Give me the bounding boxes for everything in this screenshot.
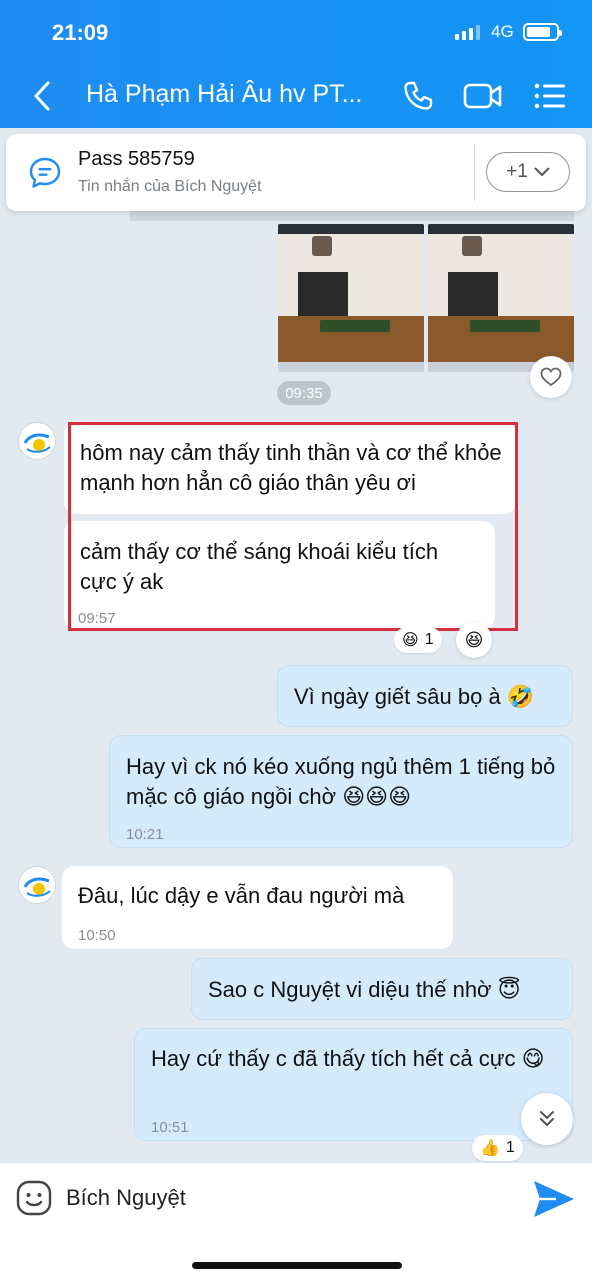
message-text: Đâu, lúc dậy e vẫn đau người mà [78,883,405,908]
reaction-count: 1 [505,1139,515,1156]
back-button[interactable] [22,76,62,116]
heart-icon [540,367,562,387]
chevron-down-icon [534,167,550,176]
message-time: 10:21 [126,826,164,843]
image-time: 09:35 [277,381,331,405]
message-bubble[interactable]: Sao c Nguyệt vi diệu thế nhờ 😇 [191,958,573,1020]
top-bar: 21:09 4G Hà Phạm Hải Âu hv PT... [0,0,592,128]
chat-title[interactable]: Hà Phạm Hải Âu hv PT... [86,80,363,109]
network-label: 4G [491,22,514,41]
signal-icon [455,24,480,40]
status-time: 21:09 [52,20,109,45]
call-button[interactable] [398,76,438,116]
send-icon[interactable] [530,1177,578,1221]
red-highlight-frame [68,422,518,631]
previous-image-strip[interactable] [130,211,574,221]
avatar[interactable] [18,422,56,460]
message-bubble-icon [29,157,61,188]
thumbs-up-reaction-icon: 👍 [480,1140,500,1157]
laugh-reaction-icon: 😆 [402,632,419,649]
chevron-left-icon [34,81,50,111]
pinned-more-button[interactable]: +1 [486,152,570,192]
avatar-logo-icon [20,868,55,903]
battery-icon [523,23,562,41]
pinned-more-label: +1 [506,161,528,182]
scroll-to-bottom-button[interactable] [521,1093,573,1145]
avatar[interactable] [18,866,56,904]
video-camera-icon [463,83,502,109]
react-button[interactable] [530,356,572,398]
reaction-summary[interactable]: 👍 1 [472,1135,523,1161]
laugh-reaction-icon: 😆 [464,629,484,650]
message-time: 10:50 [78,927,116,944]
sticker-icon[interactable] [14,1178,54,1218]
reaction-count: 1 [424,631,434,648]
message-bubble[interactable]: Đâu, lúc dậy e vẫn đau người mà 10:50 [62,866,453,949]
reaction-summary[interactable]: 😆 1 [394,627,442,653]
pinned-message[interactable]: Pass 585759 Tin nhắn của Bích Nguyệt +1 [6,134,586,211]
menu-button[interactable] [530,76,570,116]
message-bubble[interactable]: Hay vì ck nó kéo xuống ngủ thêm 1 tiếng … [109,735,573,848]
message-bubble[interactable]: Vì ngày giết sâu bọ à 🤣 [277,665,573,727]
workout-image-1[interactable] [278,224,424,372]
phone-icon [404,81,433,110]
message-text: Hay vì ck nó kéo xuống ngủ thêm 1 tiếng … [126,754,556,809]
home-indicator [192,1262,402,1269]
message-input[interactable] [66,1181,506,1215]
pinned-title: Pass 585759 [78,148,195,170]
message-bubble[interactable]: Hay cứ thấy c đã thấy tích hết cả cực 😋 … [134,1028,573,1141]
workout-image-2[interactable] [428,224,574,372]
double-chevron-down-icon [540,1111,554,1126]
pinned-subtitle: Tin nhắn của Bích Nguyệt [78,178,262,195]
message-text: Vì ngày giết sâu bọ à 🤣 [294,684,535,709]
list-menu-icon [534,83,565,109]
divider [474,144,475,201]
message-text: Hay cứ thấy c đã thấy tích hết cả cực 😋 [151,1046,545,1071]
message-text: Sao c Nguyệt vi diệu thế nhờ 😇 [208,977,521,1002]
react-button[interactable]: 😆 [456,622,492,658]
avatar-logo-icon [20,424,55,459]
message-time: 10:51 [151,1119,189,1136]
video-call-button[interactable] [462,76,504,116]
